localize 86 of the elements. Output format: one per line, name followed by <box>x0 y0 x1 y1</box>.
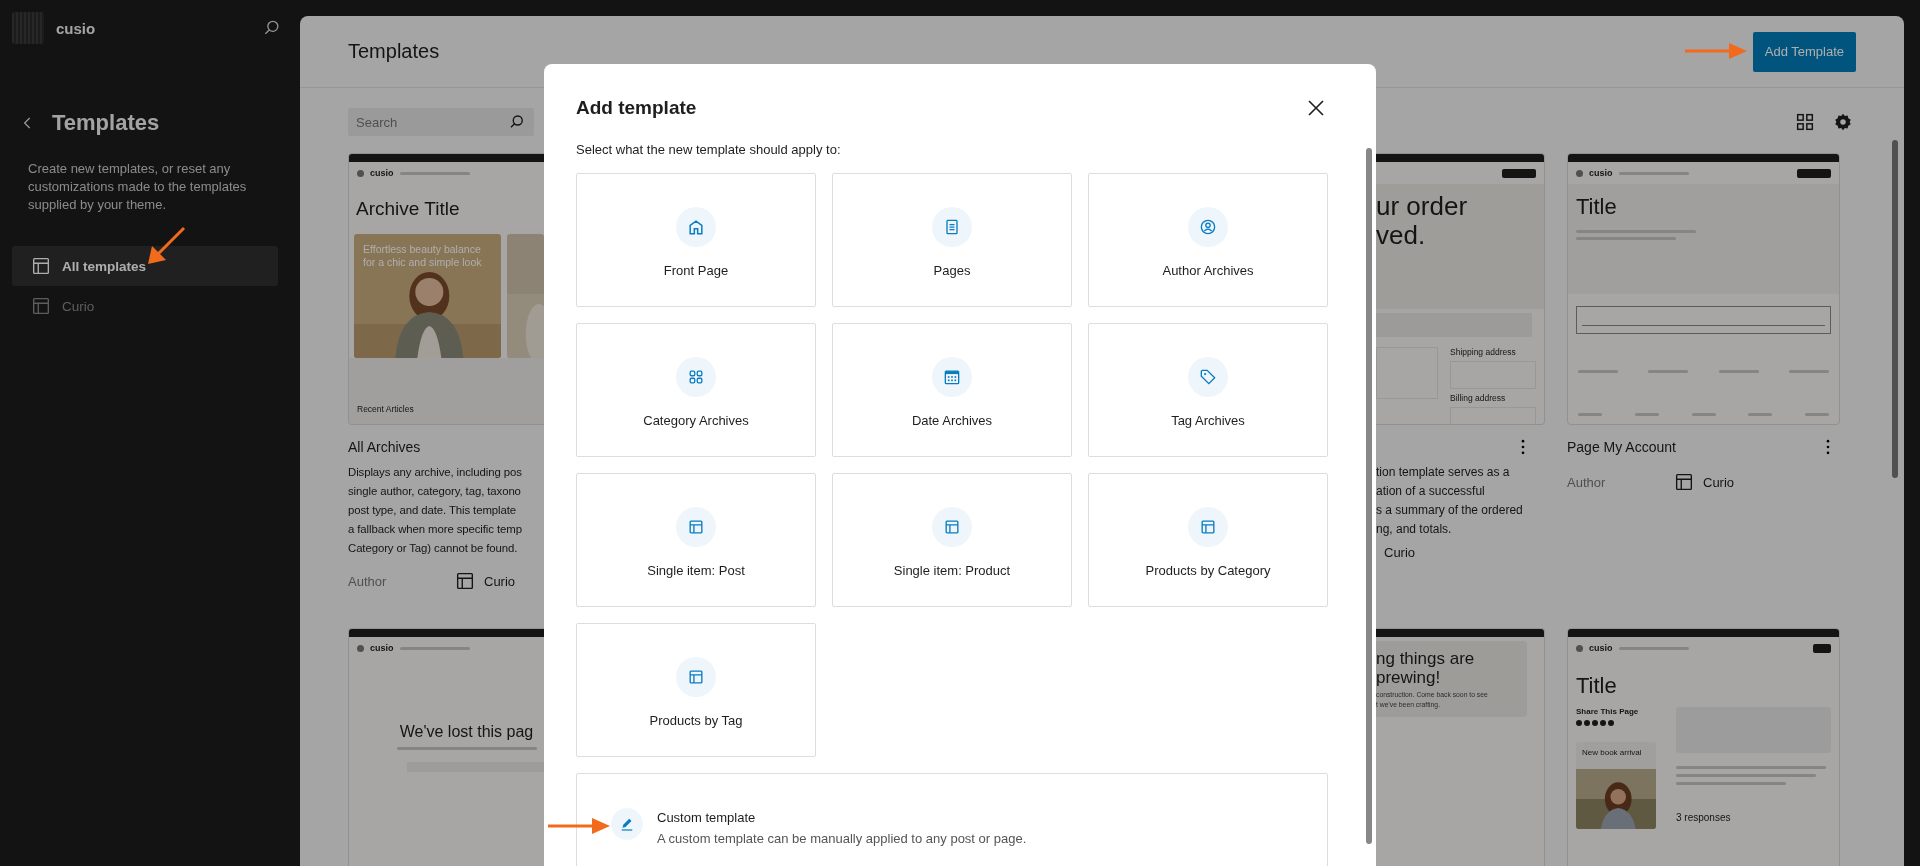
share-pill <box>1813 643 1831 653</box>
blurred-text <box>1648 370 1689 373</box>
custom-template-option[interactable]: Custom template A custom template can be manually applied to any post or page. <box>576 773 1328 866</box>
blurred-text <box>399 646 470 650</box>
template-option[interactable]: Single item: Product <box>832 473 1072 607</box>
pointer-arrow <box>1685 42 1747 60</box>
template-description: Displays any archive, including pos single author, category, tag, taxono post type, and date. This template a fallback when more specific temp Category or Tag) cannot be found. <box>348 465 523 556</box>
template-option[interactable]: Products by Tag <box>576 623 816 757</box>
add-template-button[interactable]: Add Template <box>1752 31 1856 72</box>
template-option[interactable]: Author Archives <box>1088 173 1328 307</box>
scrollbar[interactable] <box>1366 148 1372 844</box>
blurred-text <box>1691 413 1716 416</box>
sidebar-item[interactable]: All templates <box>12 246 278 286</box>
dialog-title: Add template <box>576 97 697 119</box>
author-label: Author <box>1567 474 1607 490</box>
theme-name: Curio <box>1384 545 1416 560</box>
template-preview[interactable]: ur order ved. Shipping address Billing address <box>1376 153 1545 425</box>
logo-icon <box>357 644 364 652</box>
template-option[interactable]: Single item: Post <box>576 473 816 607</box>
sidebar-title: Templates <box>52 110 160 136</box>
order-table <box>1376 347 1438 399</box>
blurred-text <box>1578 413 1602 416</box>
template-title: Page My Account <box>1567 439 1676 455</box>
preview-site-name: cusio <box>370 168 394 178</box>
preview-heading: Archive Title <box>356 198 461 220</box>
responses-heading: 3 responses <box>1676 812 1732 823</box>
blurred-text <box>1718 370 1759 373</box>
site-name: cusio <box>56 19 96 37</box>
logo-icon <box>1576 169 1583 177</box>
template-preview[interactable]: cusio Title Share This Page New book arrival 3 responses <box>1567 628 1840 866</box>
pointer-arrow <box>548 817 610 835</box>
template-option[interactable]: Tag Archives <box>1088 323 1328 457</box>
layout-icon <box>1673 471 1695 493</box>
template-option[interactable]: Pages <box>832 173 1072 307</box>
preview-heading: Title <box>1576 194 1618 220</box>
blurred-text <box>1578 370 1618 373</box>
hero-text: Effortless beauty balance for a chic and simple look <box>363 243 482 269</box>
account-pill <box>1797 168 1831 178</box>
preview-heading: ur order ved. <box>1376 190 1469 250</box>
template-preview[interactable]: cusio We've lost this pag <box>348 628 544 866</box>
layout-icon <box>30 295 52 317</box>
template-preview[interactable]: cusio Title <box>1567 153 1840 425</box>
dialog-subtitle: Select what the new template should apply to: <box>576 142 842 157</box>
template-option[interactable]: Category Archives <box>576 323 816 457</box>
promo-title: New book arrival <box>1581 748 1643 759</box>
theme-name: Curio <box>1703 474 1735 490</box>
preview-site-name: cusio <box>370 643 394 653</box>
preview-site-name: cusio <box>1589 168 1613 178</box>
blurred-text <box>1634 413 1659 416</box>
template-option[interactable]: Date Archives <box>832 323 1072 457</box>
preview-heading: We've lost this pag <box>399 723 534 741</box>
template-option[interactable]: Front Page <box>576 173 816 307</box>
scrollbar[interactable] <box>1892 140 1898 478</box>
section-heading: Recent Articles <box>357 404 414 414</box>
template-description: tion template serves as a ation of a successful s a summary of the ordered ng, and totals. <box>1376 464 1524 538</box>
tag-icon <box>1198 367 1218 387</box>
logo-icon <box>1576 644 1583 652</box>
template-option[interactable]: Products by Category <box>1088 473 1328 607</box>
theme-name: Curio <box>484 573 516 589</box>
preview-site-name: cusio <box>1589 643 1613 653</box>
share-label: Share This Page <box>1576 707 1640 716</box>
blurred-text <box>1618 171 1689 175</box>
user-icon <box>1198 217 1218 237</box>
search-icon <box>508 113 526 131</box>
custom-template-description: A custom template can be manually applied to any post or page. <box>657 831 1027 846</box>
search-field[interactable]: Search <box>348 108 534 136</box>
logo-icon <box>357 169 364 177</box>
layout-icon <box>454 570 476 592</box>
address-label: Shipping address <box>1450 347 1517 357</box>
author-label: Author <box>348 573 388 589</box>
blurred-text <box>1748 413 1773 416</box>
layout-icon <box>30 255 52 277</box>
custom-template-title: Custom template <box>657 810 757 825</box>
address-label: Billing address <box>1450 393 1507 403</box>
template-title: All Archives <box>348 439 421 455</box>
page-title: Templates <box>348 40 440 63</box>
sidebar-description: Create new templates, or reset any customizations made to the templates supplied by your theme. <box>28 160 248 214</box>
blurred-text <box>1618 646 1689 650</box>
grid-view-icon[interactable] <box>1794 111 1816 133</box>
template-preview[interactable]: cusio Archive Title Effortless beauty balance for a chic and simple look Recent Articles <box>348 153 544 425</box>
blurred-text <box>1789 370 1829 373</box>
preview-heading: ng things are prewing! <box>1376 649 1476 687</box>
blurred-text <box>1805 413 1829 416</box>
preview-heading: Title <box>1576 673 1618 699</box>
blurred-text <box>399 171 470 175</box>
account-pill <box>1502 168 1536 178</box>
